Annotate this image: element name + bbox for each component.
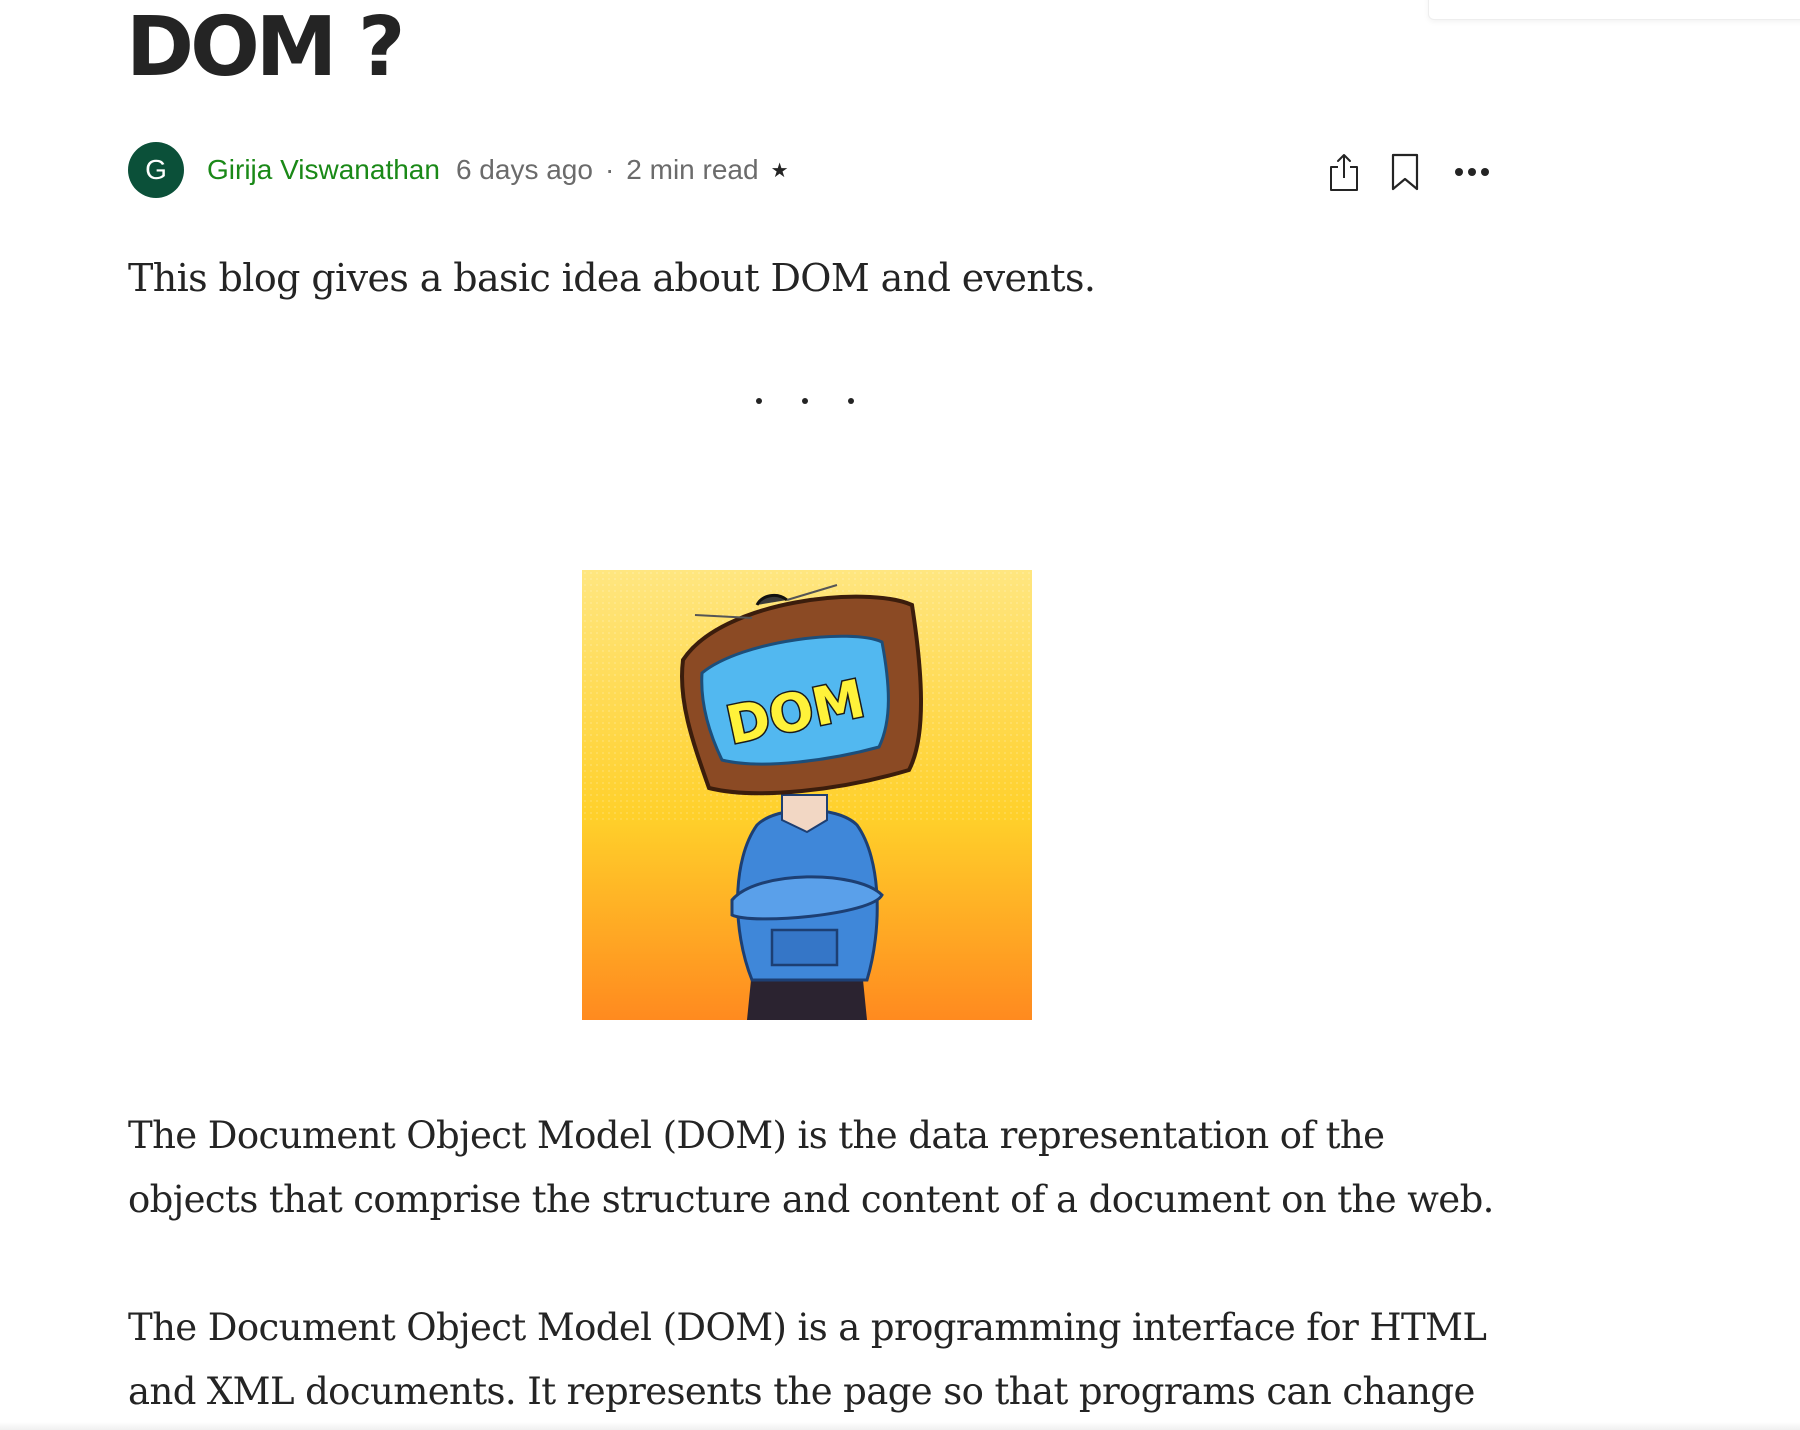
article-page: DOM ? G Girija Viswanathan 6 days ago · … <box>0 0 1800 1430</box>
meta-separator: · <box>604 154 615 185</box>
separator-dot <box>848 398 854 404</box>
paragraph-line: and XML documents. It represents the pag… <box>128 1370 1475 1413</box>
star-icon: ★ <box>770 159 789 182</box>
published-date: 6 days ago <box>455 154 593 185</box>
bookmark-button[interactable] <box>1383 150 1427 194</box>
floating-panel <box>1428 0 1800 20</box>
paragraph-line: The Document Object Model (DOM) is a pro… <box>128 1306 1487 1349</box>
article-paragraph: The Document Object Model (DOM) is a pro… <box>128 1296 1487 1424</box>
paragraph-line: The Document Object Model (DOM) is the d… <box>128 1114 1385 1157</box>
article-title: DOM ? <box>126 0 405 95</box>
byline: G Girija Viswanathan 6 days ago · 2 min … <box>128 142 789 198</box>
more-icon <box>1455 168 1489 176</box>
share-icon <box>1330 154 1358 191</box>
character-figure <box>730 794 884 1020</box>
separator-dot <box>802 398 808 404</box>
article-image: DOM <box>582 570 1032 1020</box>
section-separator <box>756 398 894 404</box>
paragraph-line: objects that comprise the structure and … <box>128 1178 1494 1221</box>
author-name-link[interactable]: Girija Viswanathan <box>207 154 440 186</box>
separator-dot <box>756 398 762 404</box>
author-avatar[interactable]: G <box>128 142 184 198</box>
dom-illustration: DOM <box>582 570 1032 1020</box>
article-subtitle: This blog gives a basic idea about DOM a… <box>128 256 1096 300</box>
more-options-button[interactable] <box>1450 150 1494 194</box>
article-paragraph: The Document Object Model (DOM) is the d… <box>128 1104 1494 1232</box>
tv-head: DOM <box>680 584 923 796</box>
article-actions <box>1322 148 1494 196</box>
share-button[interactable] <box>1322 150 1366 194</box>
bottom-edge-shadow <box>0 1422 1800 1430</box>
bookmark-icon <box>1391 153 1419 191</box>
read-time: 2 min read <box>626 154 759 185</box>
